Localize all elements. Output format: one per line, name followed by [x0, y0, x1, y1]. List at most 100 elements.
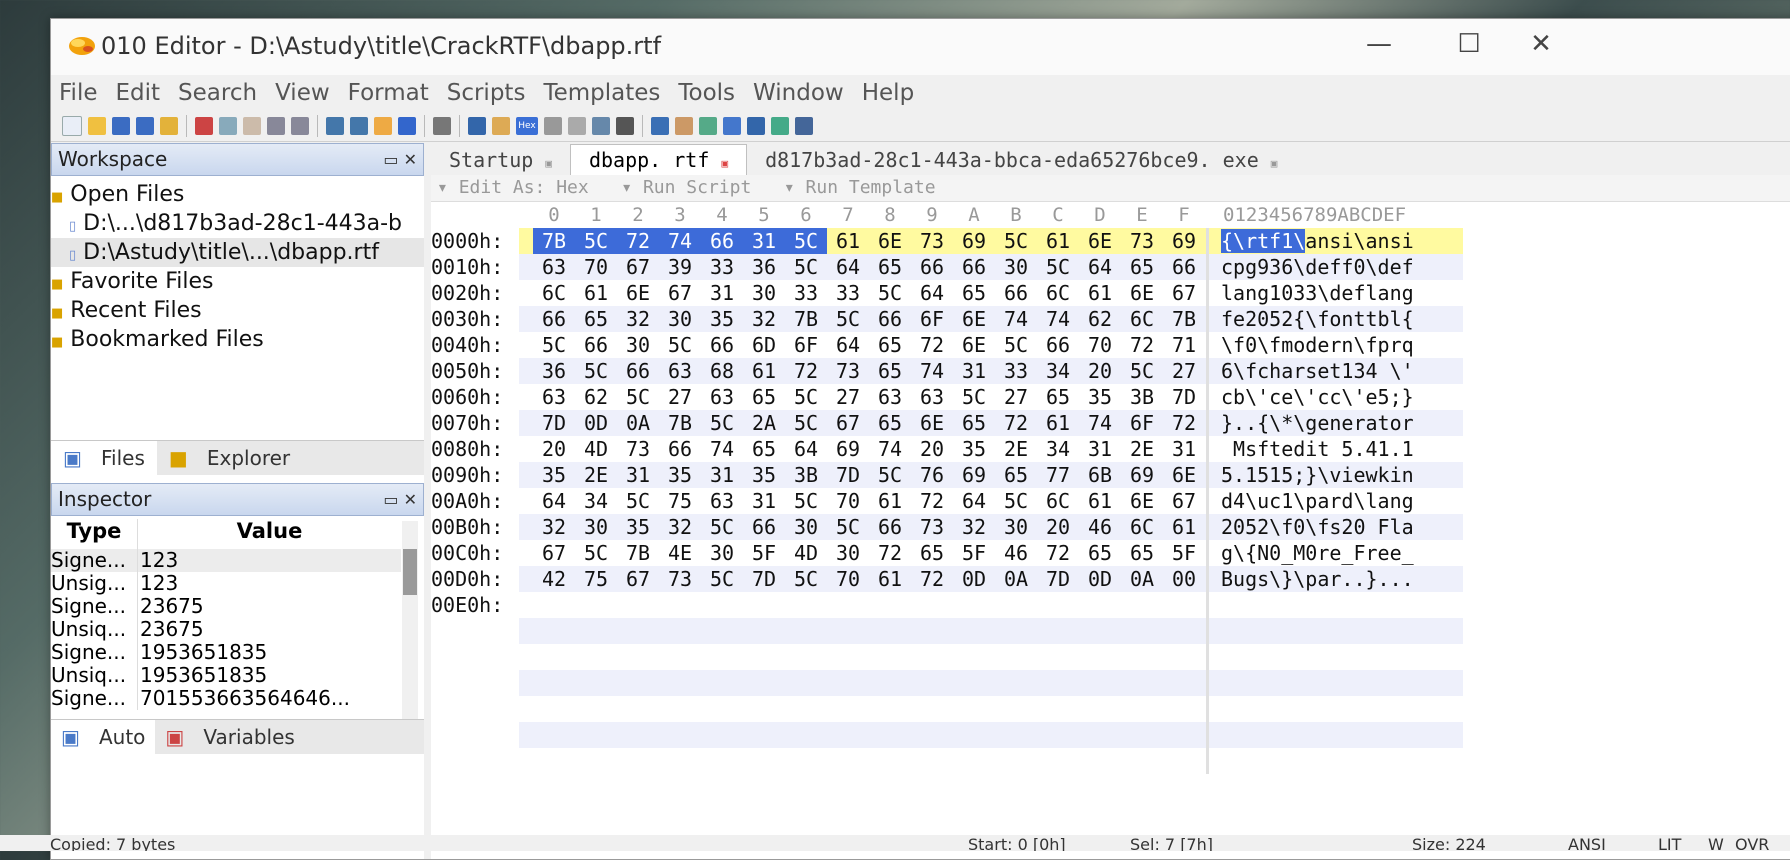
hex-byte[interactable]: 65 [869, 254, 911, 280]
hex-byte[interactable]: 6E [1121, 488, 1163, 514]
hex-byte[interactable]: 0A [995, 566, 1037, 592]
inspector-scrollbar[interactable] [402, 521, 418, 731]
hex-row[interactable]: 00D0h: 42 75 67 73 5C 7D 5C 70 61 72 0D 0A 7D 0D 0A 00 Bu… [431, 566, 1463, 592]
hex-row[interactable]: 0000h: 7B 5C 72 74 66 31 5C 61 6E 73 69 5C 61 6E 73 69 {\… [431, 228, 1463, 254]
hex-byte[interactable]: 72 [869, 540, 911, 566]
hex-byte[interactable]: 61 [827, 228, 869, 254]
font-icon[interactable] [468, 117, 486, 135]
save-icon[interactable] [112, 117, 130, 135]
hex-byte[interactable]: 27 [1163, 358, 1205, 384]
hex-row[interactable]: 00C0h: 67 5C 7B 4E 30 5F 4D 30 72 65 5F 46 72 65 65 5F g\… [431, 540, 1463, 566]
ascii-text[interactable]: 2052\f0\fs20 Fla [1221, 514, 1414, 540]
goto-icon[interactable] [398, 117, 416, 135]
ascii-text[interactable]: fe2052{\fonttbl{ [1221, 306, 1414, 332]
hex-byte[interactable]: 2E [575, 462, 617, 488]
hex-byte[interactable]: 67 [827, 410, 869, 436]
hex-byte[interactable]: 72 [1163, 410, 1205, 436]
histogram-icon[interactable] [747, 117, 765, 135]
close-button[interactable]: ✕ [1521, 29, 1561, 59]
tab-close-icon[interactable]: ▣ [1271, 157, 1278, 170]
hex-byte[interactable]: 30 [575, 514, 617, 540]
tab-close-icon[interactable]: ▣ [721, 157, 728, 170]
hex-byte[interactable]: 7D [1037, 566, 1079, 592]
hex-byte[interactable]: 5F [953, 540, 995, 566]
inspector-row[interactable]: Unsiq... 1953651835 [51, 664, 401, 687]
hex-row[interactable]: 0090h: 35 2E 31 35 31 35 3B 7D 5C 76 69 65 77 6B 69 6E 5.… [431, 462, 1463, 488]
hex-byte[interactable]: 31 [1163, 436, 1205, 462]
hex-byte[interactable]: 5C [701, 410, 743, 436]
hex-byte[interactable]: 33 [785, 280, 827, 306]
hex-byte[interactable]: 31 [953, 358, 995, 384]
compare-icon[interactable] [675, 117, 693, 135]
columns-icon[interactable] [592, 117, 610, 135]
hex-byte[interactable]: 30 [785, 514, 827, 540]
hex-byte[interactable]: 7B [659, 410, 701, 436]
hex-byte[interactable]: 72 [911, 566, 953, 592]
hex-row[interactable]: 0010h: 63 70 67 39 33 36 5C 64 65 66 66 30 5C 64 65 66 cp… [431, 254, 1463, 280]
float-icon[interactable]: ▭ [383, 150, 398, 169]
hex-byte[interactable]: 6E [1121, 280, 1163, 306]
hex-byte[interactable]: 5C [827, 306, 869, 332]
hex-byte[interactable]: 64 [785, 436, 827, 462]
hex-byte[interactable]: 6C [1037, 488, 1079, 514]
paragraph-icon[interactable] [568, 117, 586, 135]
undo-icon[interactable] [267, 117, 285, 135]
hex-byte[interactable]: 20 [1037, 514, 1079, 540]
hex-byte[interactable]: 74 [995, 306, 1037, 332]
hex-byte[interactable]: 70 [827, 566, 869, 592]
hex-row[interactable] [431, 618, 1463, 644]
menu-tools[interactable]: Tools [678, 80, 735, 106]
hex-row[interactable]: 0030h: 66 65 32 30 35 32 7B 5C 66 6F 6E 74 74 62 6C 7B fe… [431, 306, 1463, 332]
hex-byte[interactable]: 7D [1163, 384, 1205, 410]
ascii-text[interactable]: cb\'ce\'cc\'e5;} [1221, 384, 1414, 410]
hex-byte[interactable]: 5C [575, 540, 617, 566]
hex-byte[interactable]: 64 [827, 254, 869, 280]
checksum-icon[interactable] [699, 117, 717, 135]
hex-byte[interactable]: 70 [575, 254, 617, 280]
hex-byte[interactable]: 65 [1121, 540, 1163, 566]
hex-byte[interactable]: 6D [743, 332, 785, 358]
hex-byte[interactable]: 66 [575, 332, 617, 358]
hex-row[interactable]: 0070h: 7D 0D 0A 7B 5C 2A 5C 67 65 6E 65 72 61 74 6F 72}.… [431, 410, 1463, 436]
hex-mode-icon[interactable]: Hex [516, 117, 538, 135]
hex-byte[interactable]: 6F [911, 306, 953, 332]
hex-byte[interactable]: 27 [995, 384, 1037, 410]
hex-byte[interactable]: 5C [785, 410, 827, 436]
paste-icon[interactable] [243, 117, 261, 135]
hex-byte[interactable]: 63 [701, 488, 743, 514]
ascii-text[interactable]: lang1033\deflang [1221, 280, 1414, 306]
ascii-rest[interactable]: ansi\ansi [1305, 229, 1413, 253]
tab-explorer[interactable]: ■ Explorer [157, 446, 302, 470]
find-in-files-icon[interactable] [374, 117, 392, 135]
hex-byte[interactable]: 2E [995, 436, 1037, 462]
menu-templates[interactable]: Templates [543, 80, 660, 106]
hex-byte[interactable]: 31 [743, 488, 785, 514]
hex-byte[interactable]: 64 [1079, 254, 1121, 280]
base-converter-icon[interactable] [795, 117, 813, 135]
hex-byte[interactable]: 61 [869, 488, 911, 514]
hex-byte[interactable]: 30 [827, 540, 869, 566]
hex-byte[interactable]: 65 [911, 540, 953, 566]
hex-byte[interactable]: 65 [743, 384, 785, 410]
hex-byte[interactable]: 5C [1037, 254, 1079, 280]
hex-byte[interactable]: 61 [1079, 280, 1121, 306]
hex-byte[interactable]: 34 [1037, 436, 1079, 462]
hex-byte[interactable]: 5C [575, 228, 617, 254]
hex-byte[interactable]: 67 [617, 566, 659, 592]
hex-byte[interactable]: 5C [617, 384, 659, 410]
hex-byte[interactable]: 20 [1079, 358, 1121, 384]
ascii-selected[interactable]: {\rtf1\ [1221, 229, 1306, 253]
hex-byte[interactable]: 67 [1163, 280, 1205, 306]
ascii-text[interactable]: {\rtf1\ansi\ansi [1221, 228, 1414, 254]
hex-byte[interactable]: 31 [1079, 436, 1121, 462]
hex-byte[interactable]: 00 [1163, 566, 1205, 592]
calculator-icon[interactable] [651, 117, 669, 135]
hex-byte[interactable]: 76 [911, 462, 953, 488]
minimize-button[interactable]: — [1359, 29, 1399, 59]
tab-exe[interactable]: d817b3ad-28c1-443a-bbca-eda65276bce9. ex… [747, 145, 1295, 175]
hex-row[interactable]: 0020h: 6C 61 6E 67 31 30 33 33 5C 64 65 66 6C 61 6E 67 la… [431, 280, 1463, 306]
hex-row[interactable]: 00B0h: 32 30 35 32 5C 66 30 5C 66 73 32 30 20 46 6C 61 20… [431, 514, 1463, 540]
hex-byte[interactable]: 6E [1163, 462, 1205, 488]
ascii-text[interactable]: g\{N0_M0re_Free_ [1221, 540, 1414, 566]
hex-byte[interactable]: 5C [701, 566, 743, 592]
